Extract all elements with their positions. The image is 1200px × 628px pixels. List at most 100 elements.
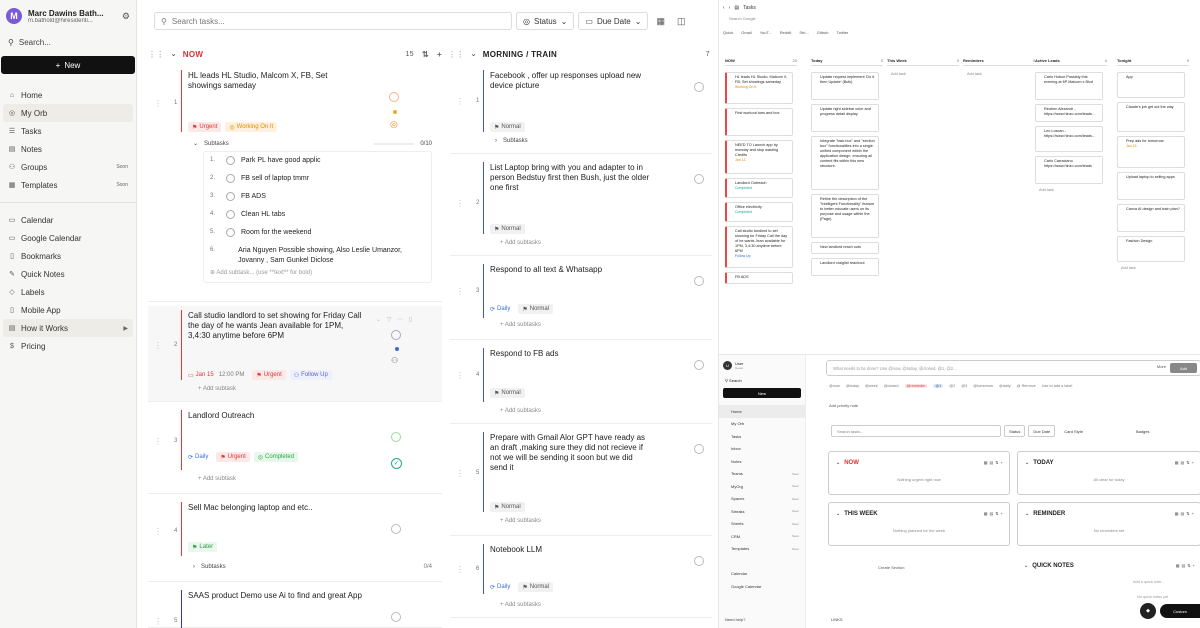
task-card[interactable]: ⋮ 5 SAAS product Demo use Ai to find and g… [148, 586, 442, 628]
complete-toggle[interactable] [694, 174, 704, 184]
sidebar-item-pricing[interactable]: $ Pricing [3, 337, 133, 355]
add-subtask-button[interactable]: + Add subtasks [500, 602, 541, 608]
grid-view-icon[interactable]: ▦ [652, 16, 669, 27]
section-header[interactable]: ⌄ NOW [836, 460, 859, 466]
list-view-icon[interactable]: ◫ [673, 16, 690, 27]
board-card[interactable]: Landlord Outreach Completed [725, 178, 793, 198]
subtask-item[interactable]: 3. FB ADS [210, 192, 425, 210]
subtask-checkbox[interactable] [226, 192, 235, 201]
board-card[interactable]: New landlord reach outs [811, 242, 879, 254]
create-section-button[interactable]: Create Section [878, 565, 904, 570]
dashboard-nav-item[interactable]: Teams Soon [719, 468, 805, 481]
label-chip[interactable]: @3 [961, 384, 967, 388]
sidebar-item-home[interactable]: ⌂ Home [3, 86, 133, 104]
sidebar-item-templates[interactable]: ▦ Templates Soon [3, 176, 133, 194]
section-actions-icon[interactable]: ▦▤⇅+ [984, 460, 1005, 465]
dashboard-search[interactable]: ⚲ Search [719, 376, 805, 385]
dashboard-nav-item[interactable]: Home [719, 405, 805, 418]
complete-toggle[interactable] [389, 92, 399, 102]
quick-add-input[interactable]: What needs to be done? Use @now, @today,… [826, 360, 1200, 376]
section-actions-icon[interactable]: ▦▤⇅+ [1175, 511, 1196, 516]
completed-tag[interactable]: ◎ Completed [253, 452, 299, 462]
board-card[interactable]: Fashion Design [1117, 236, 1185, 262]
board-card[interactable]: Leo Loscan - https://www.hinzo.com/leads… [1035, 126, 1103, 152]
plus-icon[interactable]: + [437, 50, 442, 59]
complete-toggle[interactable] [694, 360, 704, 370]
section-header[interactable]: ⌄ THIS WEEK [836, 511, 878, 517]
daily-tag[interactable]: ⟳ Daily [490, 304, 514, 314]
sidebar-item-mobile-app[interactable]: ▯ Mobile App [3, 301, 133, 319]
add-subtask-button[interactable]: + Add subtasks [500, 518, 541, 524]
complete-toggle[interactable] [694, 556, 704, 566]
section-header[interactable]: ⌄ QUICK NOTES [1024, 563, 1074, 569]
subtask-checkbox[interactable] [226, 228, 235, 237]
dashboard-nav-item[interactable]: Templates Soon [719, 543, 805, 556]
assistant-bubble[interactable]: ◆ [1140, 603, 1156, 619]
sidebar-item-bookmarks[interactable]: ▯ Bookmarks [3, 247, 133, 265]
board-card[interactable]: Update request implement 'Do it then Upd… [811, 72, 879, 100]
complete-toggle[interactable] [694, 82, 704, 92]
dashboard-user[interactable]: U User Guest [719, 355, 805, 376]
complete-toggle[interactable] [391, 524, 401, 534]
label-chip[interactable]: @today [846, 384, 859, 388]
task-card[interactable]: ⋮ 1 HL leads HL Studio, Malcom X, FB, Set … [148, 66, 442, 302]
task-card[interactable]: ⋮ 3 Landlord Outreach ✓ ⟳ Daily ⚑ Urgent ◎ Comple… [148, 406, 442, 494]
task-card[interactable]: ⋮ 1 Facebook , offer up responses upload n… [450, 66, 712, 154]
more-button[interactable]: More [1157, 364, 1166, 369]
board-card[interactable]: App [1117, 72, 1185, 98]
sidebar-item-how-it-works[interactable]: ▤ How it Works ▶ [3, 319, 133, 337]
status-filter[interactable]: ◎ Status ⌄ [516, 12, 575, 30]
board-card[interactable]: HL leads HL Studio, Malcom X, FB, Set sh… [725, 72, 793, 104]
label-chip[interactable]: @week [865, 384, 878, 388]
normal-tag[interactable]: ⚑ Normal [490, 502, 525, 512]
add-task-button[interactable]: Add task [967, 72, 982, 76]
subtasks-toggle[interactable]: ⌄ Subtasks 0/10 [193, 140, 432, 148]
sidebar-item-notes[interactable]: ▤ Notes [3, 140, 133, 158]
board-card[interactable]: FB ADS [725, 272, 793, 284]
quick-link[interactable]: YouT... [760, 30, 772, 35]
board-card[interactable]: NEED TO Launch app by monday and stop wa… [725, 140, 793, 174]
later-tag[interactable]: ⚑ Later [188, 542, 218, 552]
label-chip[interactable]: Use to add a label [1042, 384, 1073, 388]
clock-icon[interactable]: ◎ [390, 119, 398, 130]
sidebar-item-labels[interactable]: ◇ Labels [3, 283, 133, 301]
add-task-button[interactable]: Add task [1121, 266, 1136, 270]
chevron-down-icon[interactable]: ⌄ [171, 50, 177, 58]
drag-handle-icon[interactable]: ⋮ [154, 527, 162, 536]
complete-toggle[interactable] [391, 432, 401, 442]
new-button[interactable]: + New [1, 56, 135, 74]
customize-button[interactable]: Custom [1160, 604, 1200, 618]
drag-handle-icon[interactable]: ⋮ [456, 97, 464, 106]
sidebar-item-quick-notes[interactable]: ✎ Quick Notes [3, 265, 133, 283]
badges-toggle[interactable]: Badges [1136, 429, 1150, 434]
add-subtask-input[interactable]: ⊕ Add subtask... (use **text** for bold) [210, 269, 312, 276]
daily-tag[interactable]: ⟳ Daily [490, 582, 514, 592]
complete-toggle[interactable] [694, 276, 704, 286]
board-card[interactable]: Prep ads for tomorrow Jan 13 [1117, 136, 1185, 168]
board-preview-search[interactable]: Search Google [719, 16, 1200, 26]
urgent-tag[interactable]: ⚑ Urgent [216, 452, 250, 462]
forward-icon[interactable]: › [729, 5, 731, 11]
add-task-button[interactable]: Add task [1039, 188, 1054, 192]
search-tasks-input[interactable]: ⚲ Search tasks... [154, 12, 512, 30]
subtasks-toggle[interactable]: › Subtasks [495, 138, 702, 144]
dashboard-nav-item[interactable]: Google Calendar [719, 580, 805, 593]
subtask-item[interactable]: 4. Clean HL tabs [210, 210, 425, 228]
sidebar-item-groups[interactable]: ⚇ Groups Soon [3, 158, 133, 176]
task-card[interactable]: ⋮ 2 Call studio landlord to set showing fo… [148, 306, 442, 402]
sort-icon[interactable]: ⇅ [422, 50, 429, 59]
sidebar-item-google-calendar[interactable]: ▭ Google Calendar [3, 229, 133, 247]
add-task-button[interactable]: Add task [891, 72, 906, 76]
user-header[interactable]: M Marc Dawins Bath... m.bathold@hireside… [0, 0, 136, 32]
board-card[interactable]: Reuben Alexandr - https://www.hinzo.com/… [1035, 104, 1103, 122]
drag-handle-icon[interactable]: ⋮⋮ [148, 50, 165, 59]
daily-tag[interactable]: ⟳ Daily [188, 452, 212, 462]
gear-icon[interactable]: ⚙ [122, 11, 130, 22]
label-chip[interactable]: @daily [999, 384, 1011, 388]
task-card[interactable]: ⋮ 4 Sell Mac belonging laptop and etc.. ⚑ La… [148, 498, 442, 582]
normal-tag[interactable]: ⚑ Normal [490, 224, 525, 234]
dashboard-nav-item[interactable]: My Orb [719, 418, 805, 431]
task-card[interactable]: ⋮ 3 Respond to all text & Whatsapp ⟳ Daily ⚑ N… [450, 260, 712, 340]
card-style-toggle[interactable]: Card Style [1064, 429, 1083, 434]
sidebar-item-tasks[interactable]: ☰ Tasks [3, 122, 133, 140]
